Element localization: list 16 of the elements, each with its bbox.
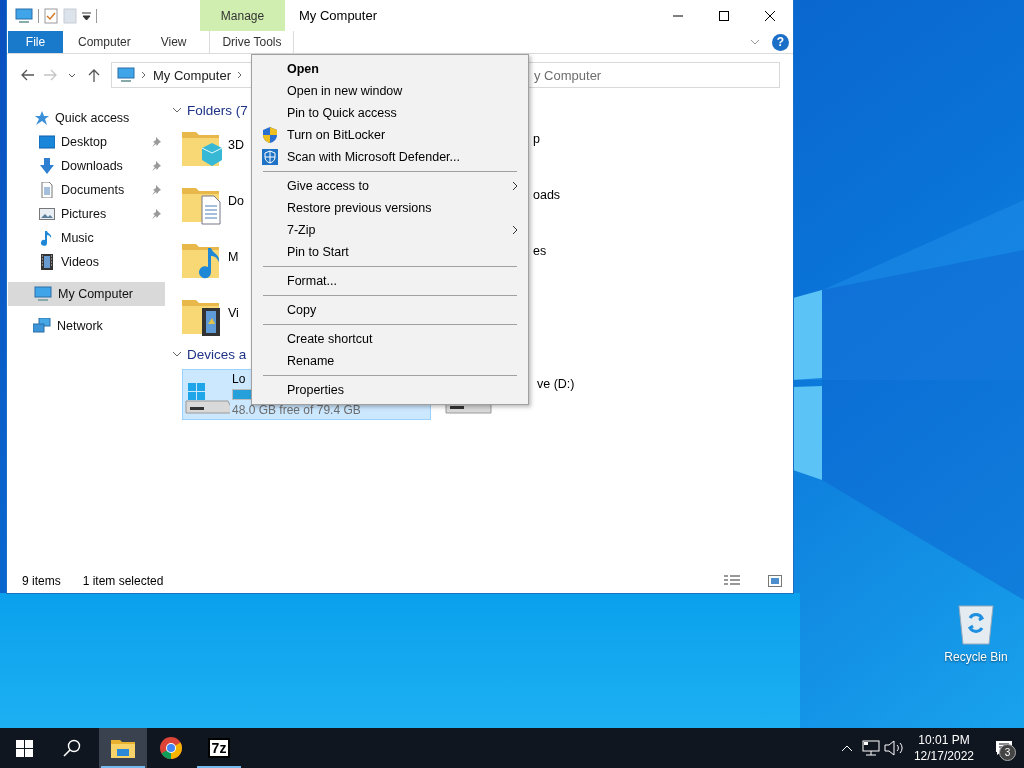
drive-free-space: 48.0 GB free of 79.4 GB xyxy=(232,403,362,417)
nav-item-label: Desktop xyxy=(61,135,107,149)
nav-item-label: Music xyxy=(61,231,94,245)
nav-item-label: My Computer xyxy=(58,287,134,301)
status-item-count: 9 items xyxy=(22,574,61,588)
nav-item-label: Videos xyxy=(61,255,99,269)
drive-label: Lo xyxy=(232,372,247,386)
nav-item-label: Pictures xyxy=(61,207,107,221)
window-title: My Computer xyxy=(298,8,379,23)
nav-item-label: Quick access xyxy=(55,111,130,125)
notification-count-badge: 3 xyxy=(999,744,1016,761)
nav-item-label: Documents xyxy=(61,183,125,197)
status-selection: 1 item selected xyxy=(82,574,164,588)
app-logo: 7z xyxy=(207,738,231,758)
nav-item-label: Downloads xyxy=(61,159,123,173)
nav-item-label: Network xyxy=(57,319,103,333)
